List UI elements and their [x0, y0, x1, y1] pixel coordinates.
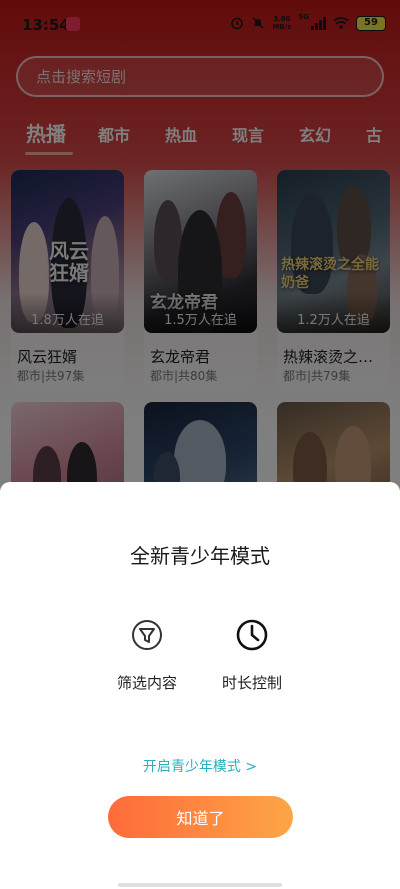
feature-filter-label: 筛选内容	[116, 674, 177, 692]
feature-time-control: 时长控制	[207, 618, 297, 693]
filter-icon	[132, 620, 162, 650]
home-indicator[interactable]	[118, 883, 282, 887]
feature-filter-content: 筛选内容	[102, 618, 192, 693]
sheet-title: 全新青少年模式	[130, 544, 270, 568]
got-it-button[interactable]: 知道了	[108, 796, 293, 838]
teen-mode-sheet: 全新青少年模式 筛选内容 时长控制 开启青少年模式 > 知道了	[0, 482, 400, 889]
enable-teen-mode-link[interactable]: 开启青少年模式 >	[0, 756, 400, 776]
feature-time-label: 时长控制	[221, 674, 282, 692]
clock-icon	[236, 619, 268, 651]
